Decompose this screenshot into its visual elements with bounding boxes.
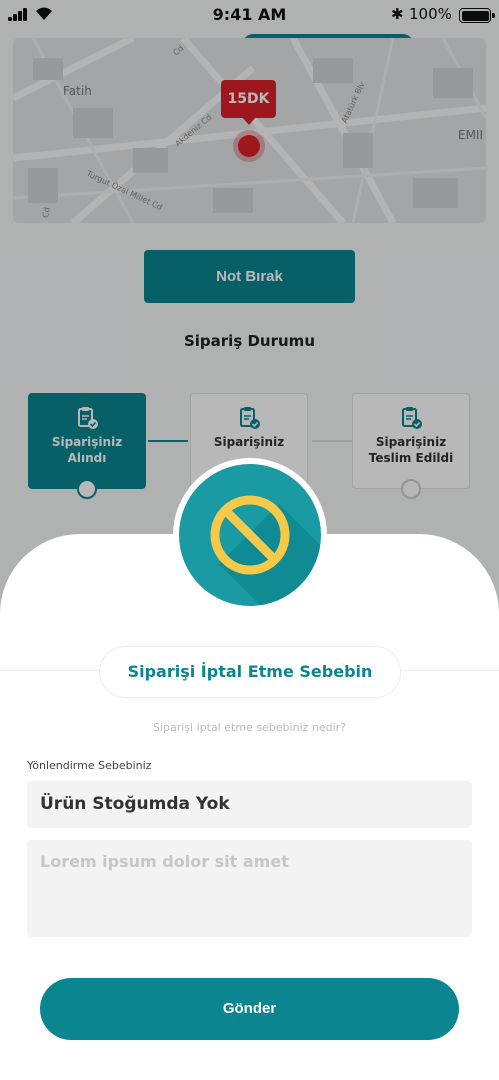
cancel-sheet-subtitle: Siparişi iptal etme sebebiniz nedir?	[152, 721, 347, 734]
cancel-order-sheet: Siparişi İptal Etme Sebebin Siparişi ipt…	[0, 534, 499, 1080]
title-divider	[0, 670, 99, 671]
cancel-circle	[179, 464, 321, 606]
cancel-badge	[173, 458, 327, 612]
cancel-sheet-title: Siparişi İptal Etme Sebebin	[99, 646, 401, 698]
reason-field-label: Yönlendirme Sebebiniz	[27, 759, 152, 772]
title-divider	[401, 670, 499, 671]
submit-button[interactable]: Gönder	[40, 978, 459, 1040]
reason-select[interactable]: Ürün Stoğumda Yok	[27, 781, 472, 828]
note-textarea[interactable]	[27, 840, 472, 937]
prohibited-icon	[210, 495, 321, 606]
